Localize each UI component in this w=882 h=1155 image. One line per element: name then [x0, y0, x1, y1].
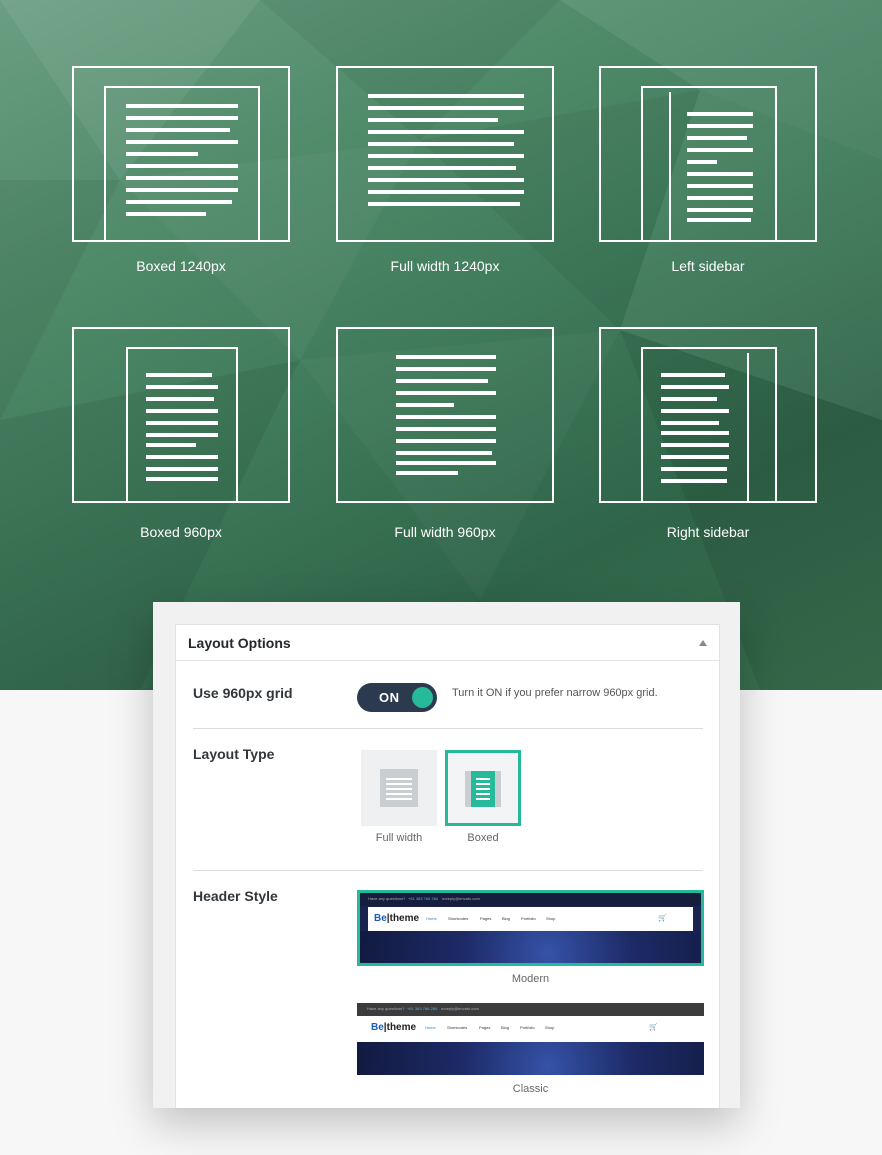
toggle-state-text: ON — [379, 690, 400, 705]
preview-nav: Be|theme Home Shortcodes Pages Blog Port… — [368, 907, 693, 931]
header-style-caption: Classic — [512, 1083, 549, 1095]
header-style-label: Header Style — [193, 888, 278, 904]
layout-tile-boxed-960[interactable] — [72, 327, 290, 503]
preview-topbar: Have any questions? +61 383 766 284 nore… — [357, 1003, 704, 1016]
header-style-classic[interactable]: Have any questions? +61 383 766 284 nore… — [357, 1003, 704, 1075]
preview-topbar: Have any questions? +61 383 766 284 nore… — [360, 893, 701, 906]
layout-label: Full width 960px — [394, 524, 496, 540]
preview-nav: Be|theme Home Shortcodes Pages Blog Port… — [357, 1016, 704, 1042]
collapse-caret-icon[interactable] — [699, 639, 707, 646]
divider — [193, 870, 703, 871]
sidebar-divider — [747, 353, 749, 503]
panel-header[interactable]: Layout Options — [176, 625, 719, 661]
layout-label: Full width 1240px — [390, 258, 500, 274]
full-width-icon — [380, 769, 418, 807]
layout-type-caption: Boxed — [467, 832, 499, 844]
panel-title: Layout Options — [188, 634, 291, 651]
layout-type-boxed[interactable] — [445, 750, 521, 826]
grid-hint: Turn it ON if you prefer narrow 960px gr… — [452, 687, 658, 699]
hero-background: Boxed 1240px Full width 1240px Left side… — [0, 0, 882, 690]
layout-tile-full-width-1240[interactable] — [336, 66, 554, 242]
header-style-modern[interactable]: Have any questions? +61 383 766 284 nore… — [357, 890, 704, 966]
divider — [193, 728, 703, 729]
preview-logo: Be|theme — [371, 1022, 417, 1033]
boxed-icon — [465, 771, 501, 807]
toggle-knob — [412, 687, 433, 708]
layout-label: Right sidebar — [666, 524, 750, 540]
layout-tile-full-width-960[interactable] — [336, 327, 554, 503]
grid-toggle[interactable]: ON — [357, 683, 437, 712]
layout-label: Left sidebar — [671, 258, 745, 274]
layout-type-full-width[interactable] — [361, 750, 437, 826]
layout-tile-left-sidebar[interactable] — [599, 66, 817, 242]
preview-hero — [357, 1042, 704, 1075]
sidebar-divider — [669, 92, 671, 242]
layout-type-caption: Full width — [375, 832, 423, 844]
layout-tile-boxed-1240[interactable] — [72, 66, 290, 242]
layout-label: Boxed 960px — [140, 524, 222, 540]
options-panel-shadow: Layout Options Use 960px grid ON Turn it… — [153, 602, 740, 1108]
layout-type-label: Layout Type — [193, 746, 275, 762]
preview-hero — [360, 931, 701, 963]
layout-tile-right-sidebar[interactable] — [599, 327, 817, 503]
header-style-caption: Modern — [511, 973, 550, 985]
preview-logo: Be|theme — [374, 913, 420, 924]
layout-options-panel: Layout Options Use 960px grid ON Turn it… — [175, 624, 720, 1108]
layout-label: Boxed 1240px — [136, 258, 226, 274]
cart-icon: 🛒 — [649, 1024, 658, 1031]
grid-option-label: Use 960px grid — [193, 685, 293, 701]
cart-icon: 🛒 — [658, 915, 667, 922]
